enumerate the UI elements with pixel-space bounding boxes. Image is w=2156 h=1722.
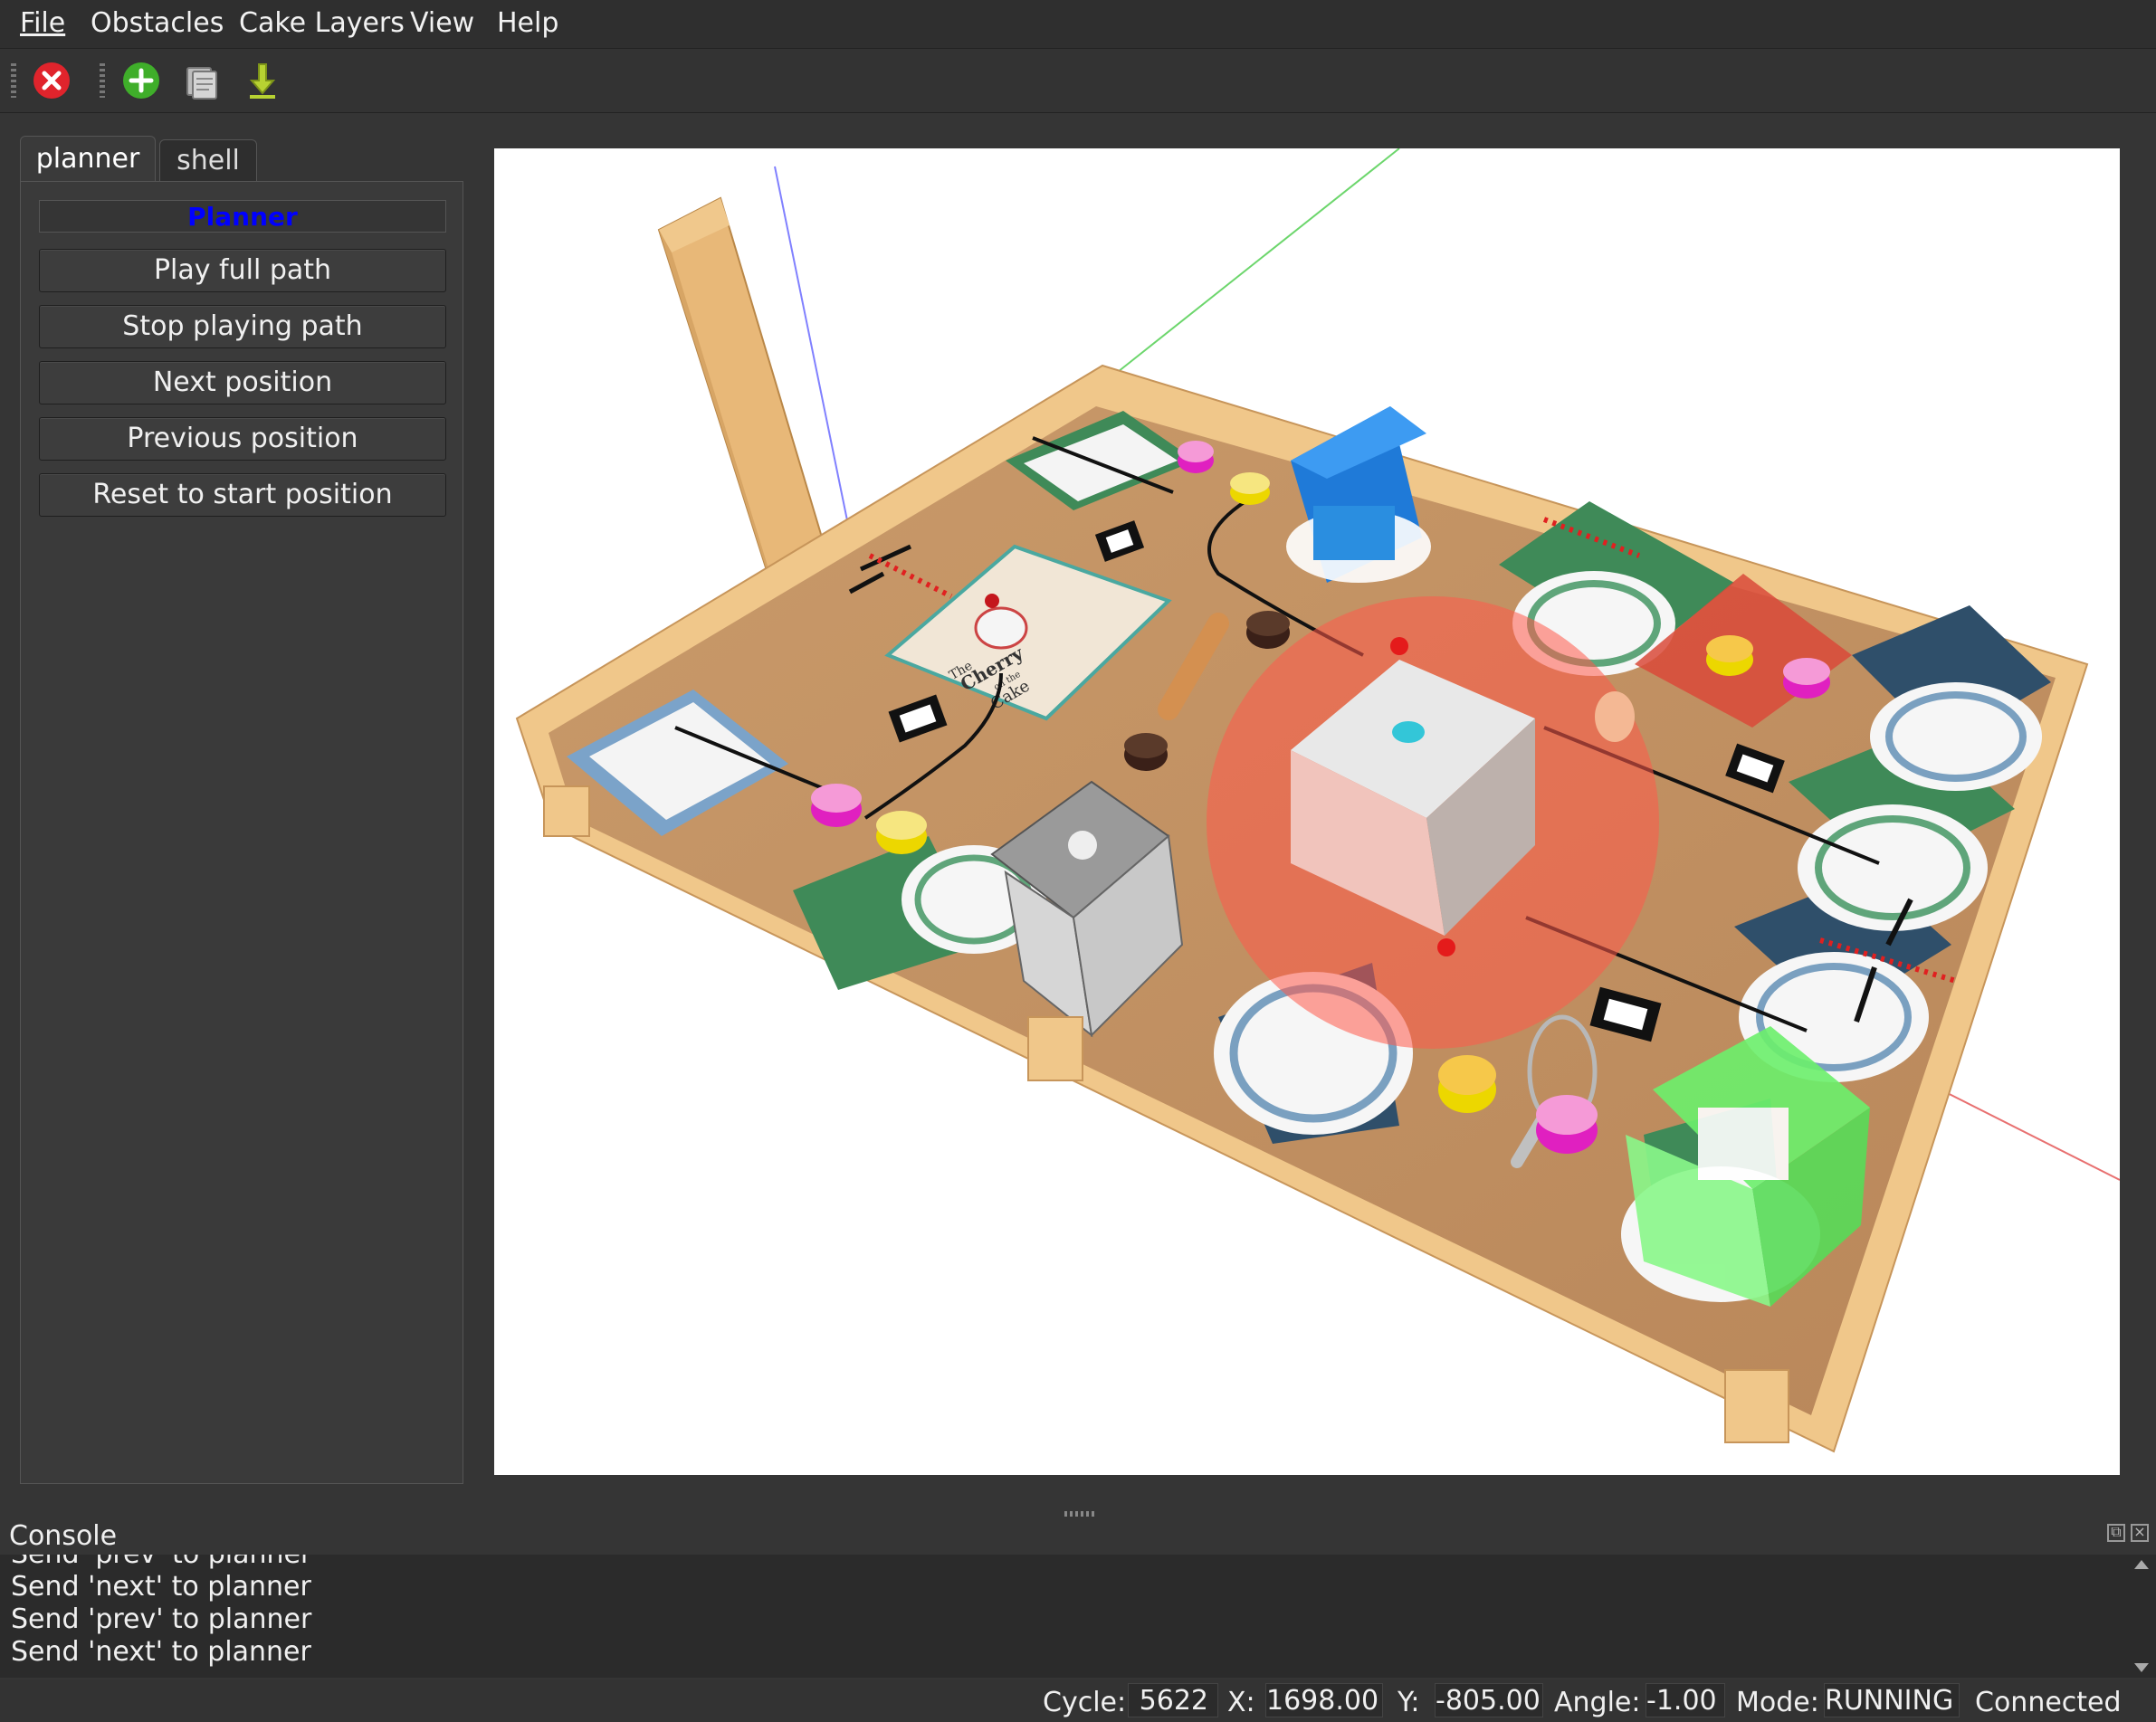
status-bar: Cycle: 5622 X: 1698.00 Y: -805.00 Angle:… xyxy=(0,1679,2156,1722)
connection-status: Connected xyxy=(1975,1687,2122,1718)
cherry-cake-illustration xyxy=(974,606,1028,650)
cake-pink xyxy=(1178,441,1214,473)
stop-playing-path-button[interactable]: Stop playing path xyxy=(39,305,446,348)
close-dock-icon[interactable]: × xyxy=(2131,1524,2149,1542)
planner-panel: Planner Play full path Stop playing path… xyxy=(20,181,463,1484)
table-foot xyxy=(543,785,590,837)
toolbar xyxy=(0,49,2156,113)
download-button[interactable] xyxy=(240,58,285,103)
cake-pink xyxy=(811,784,862,827)
plate xyxy=(1798,804,1988,931)
mode-label: Mode: xyxy=(1736,1687,1819,1718)
menu-obstacles[interactable]: Obstacles xyxy=(91,7,224,39)
table-foot xyxy=(1027,1016,1083,1081)
angle-value: -1.00 xyxy=(1646,1683,1725,1717)
tab-shell[interactable]: shell xyxy=(159,139,257,182)
reset-to-start-position-button[interactable]: Reset to start position xyxy=(39,473,446,517)
strawberry xyxy=(1437,938,1455,956)
menu-view[interactable]: View xyxy=(410,7,474,39)
console-line: Send 'prev' to planner xyxy=(11,1555,311,1570)
stop-button[interactable] xyxy=(29,58,74,103)
console-output[interactable]: Send 'prev' to planner Send 'next' to pl… xyxy=(0,1555,2156,1678)
scroll-down-icon[interactable] xyxy=(2134,1663,2149,1672)
cake-pink xyxy=(1536,1095,1598,1154)
add-button[interactable] xyxy=(119,58,164,103)
x-label: X: xyxy=(1227,1687,1255,1718)
float-dock-icon[interactable]: ⧉ xyxy=(2107,1524,2125,1542)
cake-yellow xyxy=(1230,472,1270,505)
tab-planner[interactable]: planner xyxy=(20,136,156,182)
x-value: 1698.00 xyxy=(1265,1683,1383,1717)
download-arrow-icon xyxy=(249,63,276,99)
next-position-button[interactable]: Next position xyxy=(39,361,446,404)
console-scrollbar[interactable] xyxy=(2131,1555,2152,1678)
folder-icon xyxy=(186,67,217,100)
angle-label: Angle: xyxy=(1554,1687,1641,1718)
cake-yellow xyxy=(1438,1055,1496,1113)
cycle-value: 5622 xyxy=(1128,1683,1218,1717)
console-line: Send 'next' to planner xyxy=(11,1636,311,1668)
table-scene: The Cherry on the Cake xyxy=(515,148,2120,1453)
mode-value: RUNNING xyxy=(1824,1683,1960,1717)
strawberry xyxy=(1390,637,1408,655)
dock-controls: ⧉ × xyxy=(2107,1524,2149,1542)
y-axis-line xyxy=(1091,148,1400,394)
open-button[interactable] xyxy=(179,58,224,103)
console-title: Console xyxy=(9,1520,118,1552)
cake-yellow xyxy=(876,811,927,854)
plus-icon xyxy=(123,62,159,99)
close-icon xyxy=(33,62,70,99)
cake-pink xyxy=(1783,658,1830,699)
console-line: Send 'next' to planner xyxy=(11,1571,311,1603)
cake-brown xyxy=(1246,611,1290,649)
menu-bar: File Obstacles Cake Layers View Help xyxy=(0,0,2156,49)
y-label: Y: xyxy=(1398,1687,1420,1718)
planner-title: Planner xyxy=(39,200,446,233)
cycle-label: Cycle: xyxy=(1043,1687,1127,1718)
menu-help[interactable]: Help xyxy=(497,7,558,39)
toolbar-grip[interactable] xyxy=(100,63,105,98)
table-foot xyxy=(1724,1369,1789,1443)
menu-cake-layers[interactable]: Cake Layers xyxy=(239,7,405,39)
toolbar-grip[interactable] xyxy=(11,63,16,98)
y-value: -805.00 xyxy=(1435,1683,1543,1717)
3d-viewport[interactable]: The Cherry on the Cake xyxy=(494,148,2120,1475)
menu-file[interactable]: File xyxy=(20,7,65,39)
plate xyxy=(1870,682,2042,791)
console-line: Send 'prev' to planner xyxy=(11,1603,312,1635)
scroll-up-icon[interactable] xyxy=(2134,1560,2149,1569)
cake-yellow xyxy=(1706,635,1753,676)
dock-splitter[interactable] xyxy=(1064,1511,1097,1517)
spoon xyxy=(1595,691,1635,742)
previous-position-button[interactable]: Previous position xyxy=(39,417,446,461)
play-full-path-button[interactable]: Play full path xyxy=(39,249,446,292)
cake-brown xyxy=(1124,733,1168,771)
